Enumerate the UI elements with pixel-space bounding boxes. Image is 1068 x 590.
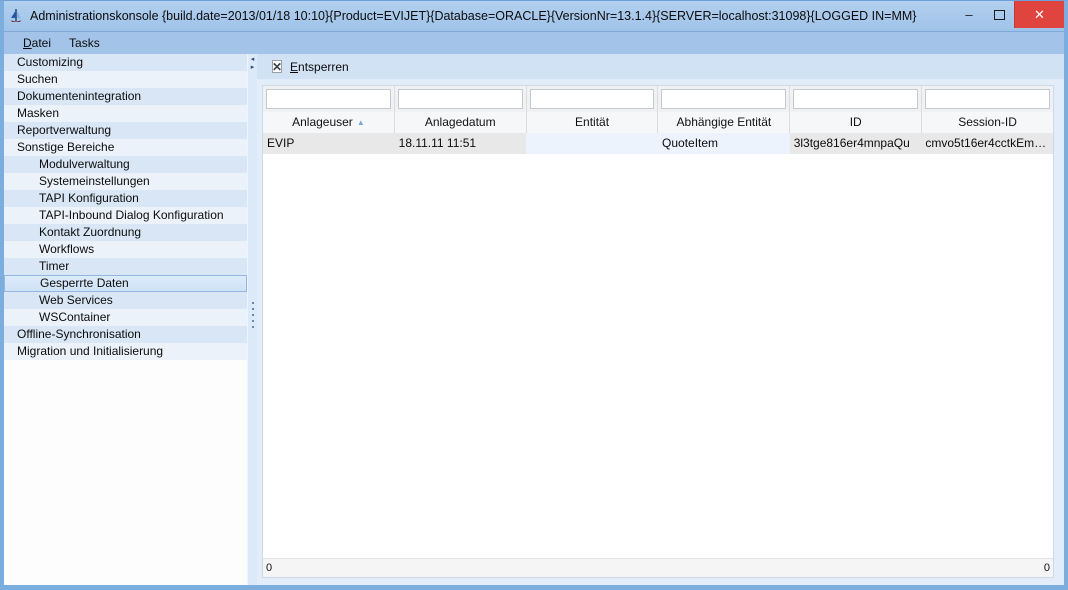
sidebar-item-offline-synchronisation[interactable]: Offline-Synchronisation — [4, 326, 247, 343]
content-area: ✕ Entsperren — [257, 54, 1064, 585]
sidebar-item-modulverwaltung[interactable]: Modulverwaltung — [4, 156, 247, 173]
sidebar-item-sonstige-bereiche[interactable]: Sonstige Bereiche — [4, 139, 247, 156]
cell-anlagedatum: 18.11.11 11:51 — [395, 133, 527, 154]
column-header-abhaengige-entitaet[interactable]: Abhängige Entität — [658, 112, 790, 133]
sidebar-item-web-services[interactable]: Web Services — [4, 292, 247, 309]
column-header-entitaet[interactable]: Entität — [527, 112, 659, 133]
sidebar-item-gesperrte-daten[interactable]: Gesperrte Daten — [4, 275, 247, 292]
sidebar-splitter[interactable]: ◂▸ — [247, 54, 257, 585]
toolbar: ✕ Entsperren — [257, 54, 1064, 80]
entsperren-rest: ntsperren — [298, 60, 349, 74]
sidebar-item-suchen[interactable]: Suchen — [4, 71, 247, 88]
menu-datei-label: atei — [32, 36, 51, 50]
filter-cell-id — [790, 86, 922, 112]
filter-input-entitaet[interactable] — [530, 89, 655, 109]
sidebar-item-workflows[interactable]: Workflows — [4, 241, 247, 258]
cell-session-id: cmvo5t16er4cctkEmp... — [921, 133, 1053, 154]
entsperren-button[interactable]: ✕ Entsperren — [266, 59, 353, 75]
sidebar-item-tapi-inbound[interactable]: TAPI-Inbound Dialog Konfiguration — [4, 207, 247, 224]
entsperren-accel: E — [290, 60, 298, 74]
cell-abhaengige-entitaet: QuoteItem — [658, 133, 790, 154]
chevron-left-icon: ◂ — [251, 56, 255, 64]
locked-data-table: Anlageuser ▲ Anlagedatum Entität Abhängig… — [262, 85, 1054, 578]
splitter-drag-handle[interactable] — [248, 302, 257, 328]
menu-datei-accel: D — [23, 36, 32, 50]
maximize-icon — [994, 10, 1005, 20]
window-title: Administrationskonsole {build.date=2013/… — [30, 9, 946, 23]
filter-input-abhaengige-entitaet[interactable] — [661, 89, 786, 109]
filter-cell-anlageuser — [263, 86, 395, 112]
minimize-icon: – — [965, 7, 972, 22]
filter-input-anlagedatum[interactable] — [398, 89, 523, 109]
chevron-right-icon: ▸ — [251, 64, 255, 72]
main-area: Customizing Suchen Dokumentenintegration… — [4, 54, 1064, 585]
column-header-anlagedatum[interactable]: Anlagedatum — [395, 112, 527, 133]
maximize-button[interactable] — [984, 1, 1014, 28]
app-window: Administrationskonsole {build.date=2013/… — [0, 0, 1068, 590]
sidebar-item-systemeinstellungen[interactable]: Systemeinstellungen — [4, 173, 247, 190]
status-count-right: 0 — [1044, 562, 1050, 574]
filter-row — [263, 86, 1053, 112]
menu-datei[interactable]: Datei — [14, 32, 60, 54]
sidebar-item-kontakt-zuordnung[interactable]: Kontakt Zuordnung — [4, 224, 247, 241]
table-empty-area — [263, 154, 1053, 558]
filter-input-session-id[interactable] — [925, 89, 1050, 109]
splitter-collapse-icons[interactable]: ◂▸ — [248, 56, 257, 72]
table-row[interactable]: EVIP 18.11.11 11:51 QuoteItem 3l3tge816e… — [263, 133, 1053, 154]
close-button[interactable]: ✕ — [1014, 1, 1064, 28]
menu-tasks[interactable]: Tasks — [60, 32, 109, 54]
app-icon — [8, 8, 24, 24]
table-panel-wrap: Anlageuser ▲ Anlagedatum Entität Abhängig… — [257, 80, 1064, 585]
filter-cell-abhaengige-entitaet — [658, 86, 790, 112]
titlebar: Administrationskonsole {build.date=2013/… — [4, 1, 1064, 31]
cell-entitaet — [526, 133, 658, 154]
column-header-id[interactable]: ID — [790, 112, 922, 133]
cell-anlageuser: EVIP — [263, 133, 395, 154]
sidebar-item-migration[interactable]: Migration und Initialisierung — [4, 343, 247, 360]
filter-input-id[interactable] — [793, 89, 918, 109]
filter-cell-anlagedatum — [395, 86, 527, 112]
statusbar: 0 0 — [263, 558, 1053, 577]
column-header-anlageuser-label: Anlageuser — [292, 115, 353, 129]
filter-input-anlageuser[interactable] — [266, 89, 391, 109]
sidebar-item-dokumentenintegration[interactable]: Dokumentenintegration — [4, 88, 247, 105]
close-icon: ✕ — [1034, 7, 1045, 23]
minimize-button[interactable]: – — [954, 1, 984, 28]
sidebar-item-tapi-konfiguration[interactable]: TAPI Konfiguration — [4, 190, 247, 207]
column-header-anlageuser[interactable]: Anlageuser ▲ — [263, 112, 395, 133]
cell-id: 3l3tge816er4mnpaQu — [790, 133, 922, 154]
column-header-session-id[interactable]: Session-ID — [922, 112, 1053, 133]
sidebar-nav: Customizing Suchen Dokumentenintegration… — [4, 54, 247, 585]
menu-tasks-label: Tasks — [69, 36, 100, 50]
window-controls: – ✕ — [954, 1, 1064, 31]
table-header-row: Anlageuser ▲ Anlagedatum Entität Abhängig… — [263, 112, 1053, 133]
sidebar-item-customizing[interactable]: Customizing — [4, 54, 247, 71]
sidebar-item-timer[interactable]: Timer — [4, 258, 247, 275]
filter-cell-entitaet — [527, 86, 659, 112]
status-count-left: 0 — [266, 562, 272, 574]
sort-ascending-icon: ▲ — [357, 118, 365, 127]
sidebar-item-reportverwaltung[interactable]: Reportverwaltung — [4, 122, 247, 139]
entsperren-label: Entsperren — [290, 60, 349, 74]
filter-cell-session-id — [922, 86, 1053, 112]
sidebar-item-wscontainer[interactable]: WSContainer — [4, 309, 247, 326]
sidebar-item-masken[interactable]: Masken — [4, 105, 247, 122]
unlock-document-icon: ✕ — [270, 60, 284, 74]
menubar: Datei Tasks — [4, 31, 1064, 54]
